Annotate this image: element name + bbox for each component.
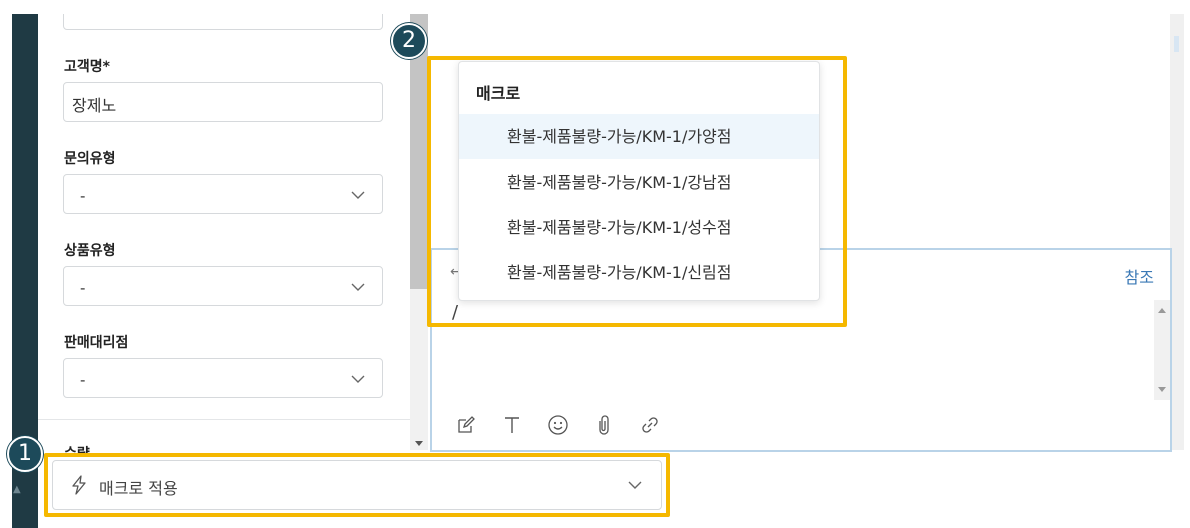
- chevron-down-icon: [351, 283, 365, 291]
- callout-badge-1: 1: [7, 436, 43, 472]
- callout-badge-2: 2: [391, 23, 427, 59]
- edit-icon[interactable]: [454, 413, 478, 437]
- editor-scrollbar[interactable]: [1154, 300, 1170, 400]
- product-type-label: 상품유형: [64, 243, 116, 259]
- chevron-down-icon: [351, 375, 365, 383]
- form-scrollbar[interactable]: [410, 14, 428, 450]
- product-type-select[interactable]: -: [63, 266, 383, 306]
- link-icon[interactable]: [638, 413, 662, 437]
- editor-toolbar: [454, 412, 662, 438]
- scroll-down-icon[interactable]: [1158, 387, 1166, 392]
- attachment-icon[interactable]: [592, 413, 616, 437]
- dealer-select[interactable]: -: [63, 358, 383, 398]
- customer-form-panel: 고객명* 장제노 문의유형 - 상품유형 - 판매대리점 -: [38, 14, 410, 450]
- page-scrollbar-thumb[interactable]: [1174, 36, 1179, 52]
- customer-name-field[interactable]: 장제노: [63, 82, 383, 122]
- scroll-down-icon[interactable]: [415, 441, 423, 446]
- inquiry-type-label: 문의유형: [64, 151, 116, 167]
- highlight-box-2: [427, 56, 847, 327]
- dealer-value: -: [80, 371, 86, 389]
- previous-field[interactable]: [63, 14, 383, 30]
- reference-link[interactable]: 참조: [1125, 264, 1154, 288]
- section-divider: [38, 419, 410, 420]
- dealer-label: 판매대리점: [64, 335, 129, 351]
- emoji-icon[interactable]: [546, 413, 570, 437]
- rail-collapse-icon[interactable]: ▲: [13, 484, 21, 495]
- inquiry-type-value: -: [80, 187, 86, 205]
- page-scrollbar[interactable]: [1170, 14, 1184, 450]
- highlight-box-1: [44, 453, 670, 517]
- chevron-down-icon: [351, 191, 365, 199]
- text-format-icon[interactable]: [500, 413, 524, 437]
- inquiry-type-select[interactable]: -: [63, 174, 383, 214]
- customer-name-value: 장제노: [72, 96, 117, 115]
- product-type-value: -: [80, 279, 86, 297]
- customer-name-label: 고객명*: [64, 59, 110, 75]
- scroll-up-icon[interactable]: [1158, 308, 1166, 313]
